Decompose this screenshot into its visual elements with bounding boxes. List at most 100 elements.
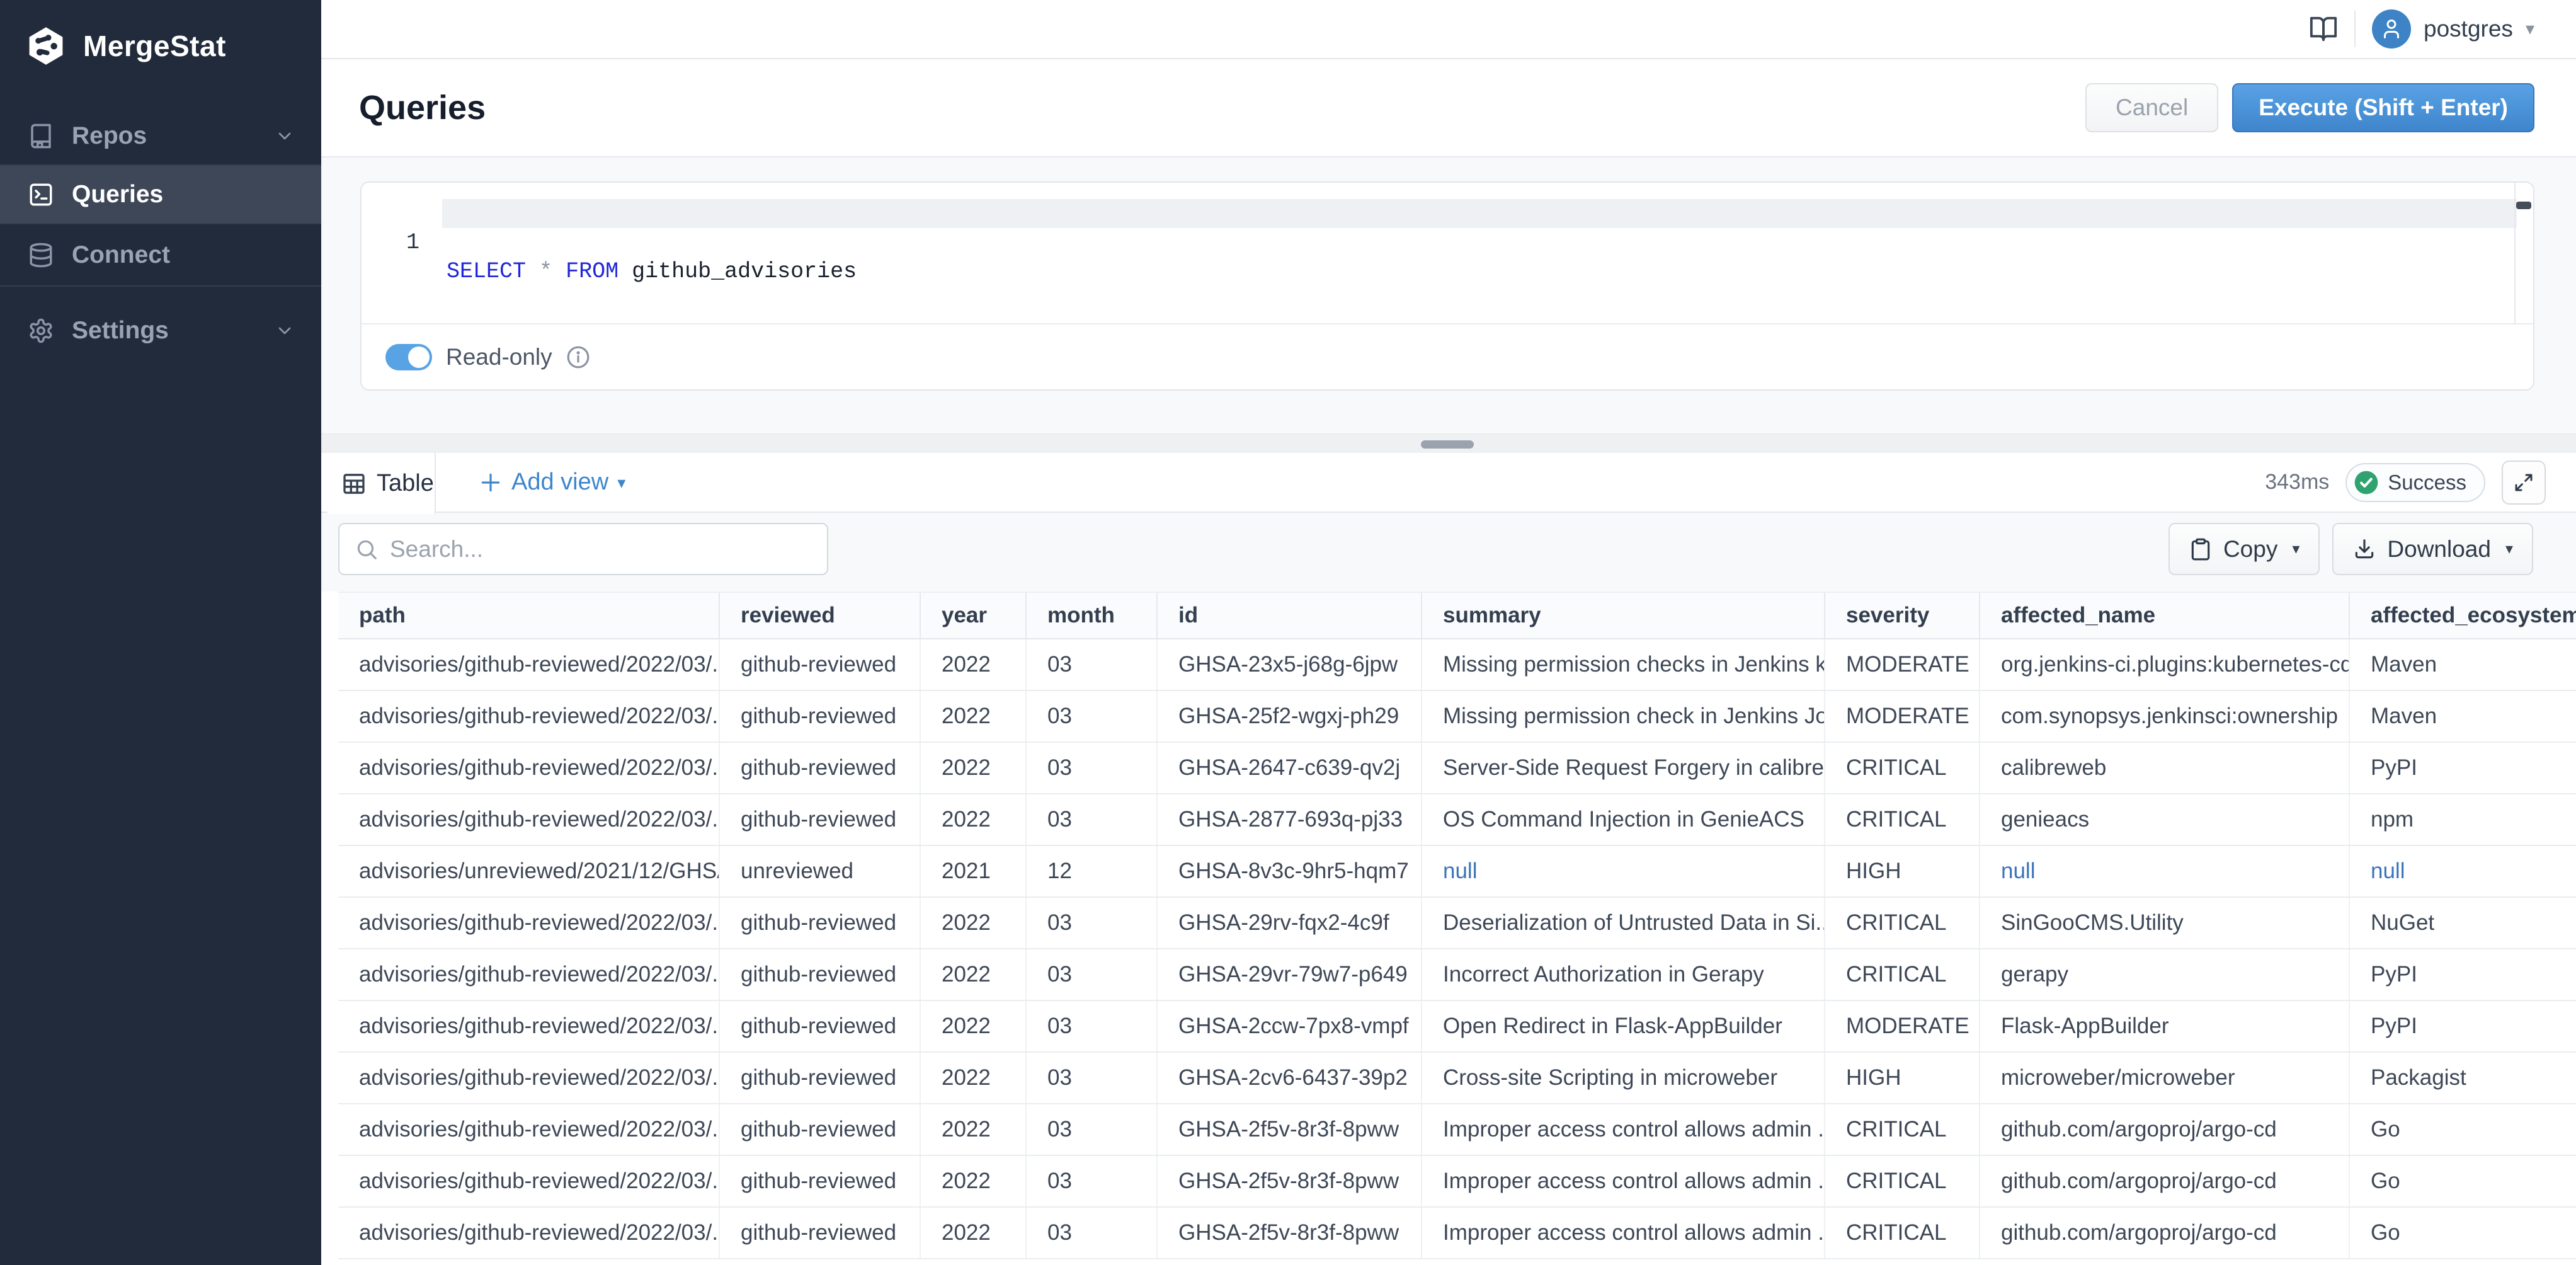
table-cell: advisories/github-reviewed/2022/03/... <box>338 949 720 1000</box>
column-header-affected_name: affected_name <box>1980 593 2350 638</box>
table-cell: GHSA-2647-c639-qv2j <box>1158 743 1422 793</box>
table-cell: null <box>1422 846 1825 896</box>
docs-book-icon[interactable] <box>2309 14 2338 43</box>
expand-button[interactable] <box>2502 461 2546 505</box>
sidebar-item-label: Repos <box>72 122 147 150</box>
caret-down-icon: ▾ <box>617 474 625 491</box>
query-duration: 343ms <box>2265 470 2329 495</box>
table-cell: 2022 <box>921 794 1027 845</box>
table-cell: CRITICAL <box>1825 1104 1980 1155</box>
table-row: advisories/github-reviewed/2022/03/...gi… <box>338 743 2576 794</box>
editor-scrollbar-thumb[interactable] <box>2516 202 2531 209</box>
sql-code-editor[interactable]: 1 SELECT * FROM github_advisories <box>362 183 2533 324</box>
table-cell: 03 <box>1027 898 1158 948</box>
toggle-knob <box>408 346 430 368</box>
table-cell: null <box>2350 846 2576 896</box>
table-cell: MODERATE <box>1825 639 1980 690</box>
table-cell: NuGet <box>2350 898 2576 948</box>
table-cell: PyPI <box>2350 1001 2576 1051</box>
sidebar-item-connect[interactable]: Connect <box>0 224 321 285</box>
table-cell: calibreweb <box>1980 743 2350 793</box>
table-cell: advisories/unreviewed/2021/12/GHSA... <box>338 846 720 896</box>
search-box <box>338 523 828 575</box>
column-header-path: path <box>338 593 720 638</box>
table-cell: HIGH <box>1825 846 1980 896</box>
table-cell: GHSA-2f5v-8r3f-8pww <box>1158 1208 1422 1258</box>
table-header-row: pathreviewedyearmonthidsummaryseverityaf… <box>338 592 2576 639</box>
table-cell: GHSA-25f2-wgxj-ph29 <box>1158 691 1422 741</box>
column-header-reviewed: reviewed <box>720 593 921 638</box>
search-icon <box>355 537 379 561</box>
editor-scrollbar-track <box>2514 183 2533 324</box>
table-cell: PyPI <box>2350 949 2576 1000</box>
results-table-container: pathreviewedyearmonthidsummaryseverityaf… <box>321 592 2576 1265</box>
table-cell: Maven <box>2350 691 2576 741</box>
table-cell: 2022 <box>921 1001 1027 1051</box>
table-cell: Go <box>2350 1208 2576 1258</box>
table-row: advisories/github-reviewed/2022/03/... gi… <box>338 1156 2576 1208</box>
table-row: advisories/github-reviewed/2022/03/...gi… <box>338 691 2576 743</box>
code-line: 1 SELECT * FROM github_advisories <box>362 199 467 228</box>
readonly-row: Read-only <box>362 323 2533 389</box>
table-cell: GHSA-8v3c-9hr5-hqm7 <box>1158 846 1422 896</box>
copy-button[interactable]: Copy ▾ <box>2169 523 2320 575</box>
table-cell: 2022 <box>921 1156 1027 1206</box>
table-cell: 03 <box>1027 794 1158 845</box>
expand-arrows-icon <box>2514 472 2534 493</box>
readonly-toggle[interactable] <box>385 344 432 370</box>
table-cell: 2022 <box>921 1208 1027 1258</box>
table-cell: Go <box>2350 1104 2576 1155</box>
user-menu[interactable]: postgres ▾ <box>2372 9 2534 49</box>
table-row: advisories/github-reviewed/2022/03/...gi… <box>338 898 2576 949</box>
table-cell: 2022 <box>921 1053 1027 1103</box>
divider <box>2354 11 2356 47</box>
table-cell: Missing permission check in Jenkins Jo..… <box>1422 691 1825 741</box>
topbar: postgres ▾ <box>321 0 2576 59</box>
search-input[interactable] <box>390 527 827 571</box>
table-cell: advisories/github-reviewed/2022/03/... <box>338 1156 720 1206</box>
table-row: advisories/github-reviewed/2022/03/...gi… <box>338 639 2576 691</box>
table-cell: org.jenkins-ci.plugins:kubernetes-cd <box>1980 639 2350 690</box>
table-cell: github.com/argoproj/argo-cd <box>1980 1156 2350 1206</box>
readonly-label: Read-only <box>446 344 552 370</box>
table-cell: 2022 <box>921 898 1027 948</box>
table-cell: advisories/github-reviewed/2022/03/... <box>338 898 720 948</box>
table-cell: 03 <box>1027 639 1158 690</box>
table-row: advisories/unreviewed/2021/12/GHSA...unr… <box>338 846 2576 898</box>
table-cell: advisories/github-reviewed/2022/03/... <box>338 1208 720 1258</box>
table-row: advisories/github-reviewed/2022/03/... gi… <box>338 1208 2576 1259</box>
status-label: Success <box>2388 471 2466 495</box>
table-row: advisories/github-reviewed/2022/03/...gi… <box>338 949 2576 1001</box>
query-meta: 343ms Success <box>2265 453 2576 512</box>
info-icon[interactable] <box>566 345 590 369</box>
add-view-button[interactable]: Add view ▾ <box>479 453 625 512</box>
table-cell: 03 <box>1027 743 1158 793</box>
execute-button[interactable]: Execute (Shift + Enter) <box>2232 83 2534 132</box>
avatar <box>2372 9 2411 49</box>
tab-table[interactable]: Table <box>328 453 436 514</box>
table-cell: github.com/argoproj/argo-cd <box>1980 1208 2350 1258</box>
table-cell: advisories/github-reviewed/2022/03/... <box>338 794 720 845</box>
sidebar-item-queries[interactable]: Queries <box>0 166 321 223</box>
plus-icon <box>479 471 503 495</box>
sidebar-item-settings[interactable]: Settings <box>0 302 321 359</box>
panel-resize-strip <box>321 433 2576 453</box>
add-view-label: Add view <box>511 469 608 496</box>
table-cell: Open Redirect in Flask-AppBuilder <box>1422 1001 1825 1051</box>
table-cell: advisories/github-reviewed/2022/03/... <box>338 1001 720 1051</box>
download-label: Download <box>2387 536 2491 563</box>
download-button[interactable]: Download ▾ <box>2332 523 2533 575</box>
table-cell: Incorrect Authorization in Gerapy <box>1422 949 1825 1000</box>
divider <box>0 285 321 287</box>
cancel-button[interactable]: Cancel <box>2085 83 2218 132</box>
table-row: advisories/github-reviewed/2022/03/...gi… <box>338 1053 2576 1104</box>
table-cell: OS Command Injection in GenieACS <box>1422 794 1825 845</box>
sidebar-item-label: Queries <box>72 181 163 209</box>
sidebar-item-repos[interactable]: Repos <box>0 107 321 164</box>
table-cell: GHSA-2f5v-8r3f-8pww <box>1158 1104 1422 1155</box>
page-header: Queries Cancel Execute (Shift + Enter) <box>321 59 2576 157</box>
active-line-highlight <box>442 199 2517 228</box>
table-cell: genieacs <box>1980 794 2350 845</box>
table-cell: gerapy <box>1980 949 2350 1000</box>
resize-handle[interactable] <box>1421 440 1474 449</box>
